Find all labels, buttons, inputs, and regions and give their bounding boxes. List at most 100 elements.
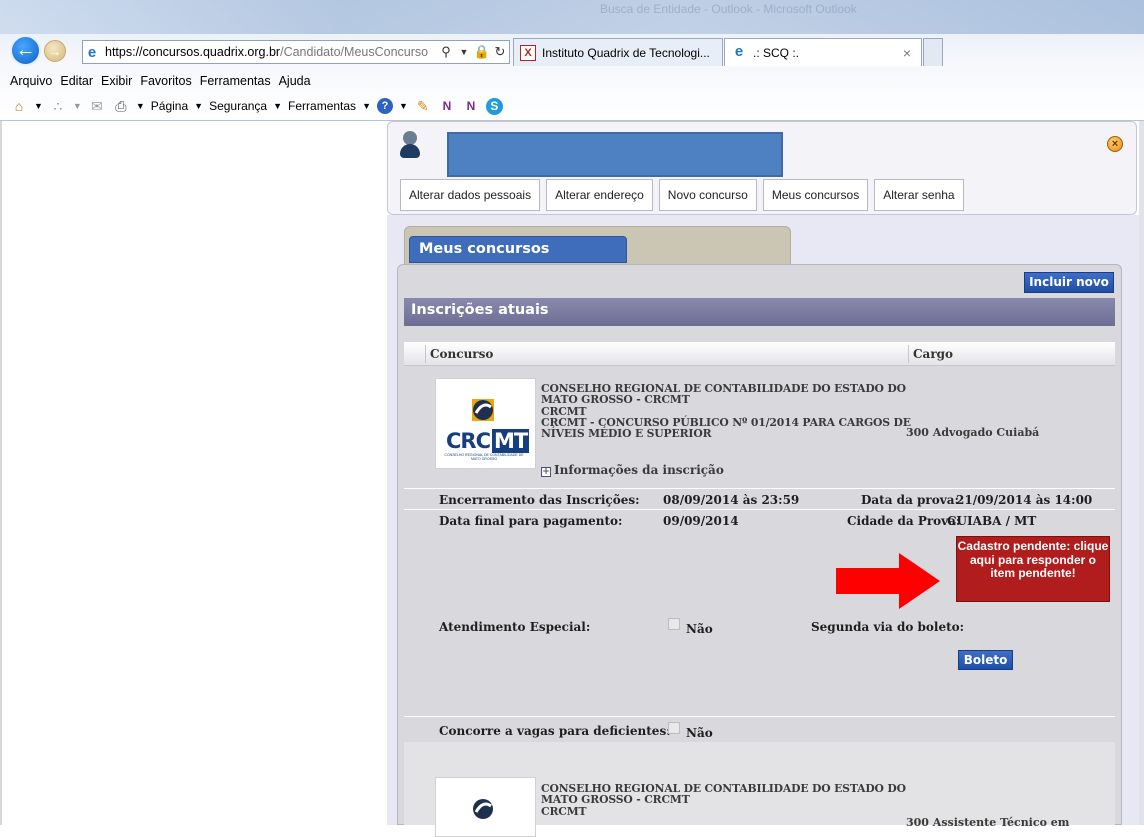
menu-editar[interactable]: Editar xyxy=(60,74,93,88)
table-header: Concurso Cargo xyxy=(404,342,1115,366)
divider xyxy=(404,488,1115,489)
seguranca-menu[interactable]: Segurança xyxy=(209,99,267,113)
pagina-menu[interactable]: Página xyxy=(151,99,188,113)
concurso-line: CRCMT xyxy=(541,804,587,818)
dropdown-icon[interactable]: ▼ xyxy=(73,101,82,111)
nav-meus-concursos[interactable]: Meus concursos xyxy=(762,179,869,211)
concurso-line: NÍVEIS MÉDIO E SUPERIOR xyxy=(541,427,712,441)
new-tab-button[interactable] xyxy=(923,38,943,66)
title-bar xyxy=(0,0,1144,34)
nav-alterar-endereco[interactable]: Alterar endereço xyxy=(546,179,653,211)
nav-novo-concurso[interactable]: Novo concurso xyxy=(658,179,757,211)
menu-favoritos[interactable]: Favoritos xyxy=(140,74,191,88)
menu-ajuda[interactable]: Ajuda xyxy=(279,74,311,88)
menu-arquivo[interactable]: Arquivo xyxy=(10,74,52,88)
pagamento-label: Data final para pagamento: xyxy=(439,514,623,528)
atendimento-value: Não xyxy=(686,622,713,636)
skype-icon[interactable]: S xyxy=(485,97,503,115)
cidade-label: Cidade da Prova: xyxy=(847,514,961,528)
divider xyxy=(404,716,1115,717)
deficientes-label: Concorre a vagas para deficientes: xyxy=(439,724,671,738)
browser-chrome: Busca de Entidade - Outlook - Microsoft … xyxy=(0,0,1144,121)
user-nav: Alterar dados pessoais Alterar endereço … xyxy=(400,179,964,211)
pencil-icon[interactable]: ✎ xyxy=(414,97,432,115)
encerramento-label: Encerramento das Inscrições: xyxy=(439,493,640,507)
boleto-button[interactable]: Boleto xyxy=(958,650,1013,670)
search-icon[interactable]: ⚲ xyxy=(437,44,455,60)
url-field[interactable]: https://concursos.quadrix.org.br/Candida… xyxy=(101,45,437,59)
deficientes-value: Não xyxy=(686,726,713,740)
encerramento-value: 08/09/2014 às 23:59 xyxy=(663,493,800,507)
nav-alterar-dados-pessoais[interactable]: Alterar dados pessoais xyxy=(400,179,541,211)
lock-icon[interactable]: 🔒 xyxy=(473,44,491,60)
dropdown-icon: ▼ xyxy=(362,101,371,111)
onenote-send-icon[interactable]: N xyxy=(462,97,480,115)
user-icon xyxy=(400,131,420,159)
nav-alterar-senha[interactable]: Alterar senha xyxy=(874,179,964,211)
browser-tab-scq[interactable]: e .: SCQ :. × xyxy=(724,38,922,66)
close-tab-icon[interactable]: × xyxy=(903,45,911,61)
concurso-line: MATO GROSSO - CRCMT xyxy=(541,793,690,807)
section-title: Inscrições atuais xyxy=(404,298,1115,326)
arrow-right-icon: → xyxy=(48,43,62,59)
ferramentas-menu[interactable]: Ferramentas xyxy=(288,99,356,113)
page-right-margin xyxy=(1139,121,1144,825)
dropdown-icon[interactable]: ▼ xyxy=(455,47,473,57)
divider xyxy=(404,509,1115,510)
column-concurso: Concurso xyxy=(430,347,494,361)
crcmt-logo-subtitle: CONSELHO REGIONAL DE CONTABILIDADE DE MA… xyxy=(444,453,524,461)
red-arrow-icon xyxy=(836,553,940,609)
browser-tab-quadrix[interactable]: X Instituto Quadrix de Tecnologi... xyxy=(513,38,723,66)
logout-icon[interactable]: × xyxy=(1107,136,1123,152)
column-cargo: Cargo xyxy=(913,347,954,361)
crcmt-logo-mark xyxy=(472,399,494,421)
incluir-novo-button[interactable]: Incluir novo xyxy=(1024,272,1114,293)
menu-bar: Arquivo Editar Exibir Favoritos Ferramen… xyxy=(0,70,1144,92)
cadastro-pendente-button[interactable]: Cadastro pendente: clique aqui para resp… xyxy=(956,536,1110,602)
menu-exibir[interactable]: Exibir xyxy=(101,74,132,88)
pagamento-value: 09/09/2014 xyxy=(663,514,739,528)
dropdown-icon[interactable]: ▼ xyxy=(399,101,408,111)
page-left-margin xyxy=(0,121,387,825)
atendimento-label: Atendimento Especial: xyxy=(439,620,591,634)
home-icon[interactable]: ⌂ xyxy=(10,97,28,115)
arrow-left-icon: ← xyxy=(15,39,36,61)
dropdown-icon: ▼ xyxy=(273,101,283,111)
tab-label: Instituto Quadrix de Tecnologi... xyxy=(542,45,710,60)
concurso-line: MATO GROSSO - CRCMT xyxy=(541,393,690,407)
user-panel: × Alterar dados pessoais Alterar endereç… xyxy=(387,121,1137,215)
tab-label: .: SCQ :. xyxy=(753,45,800,60)
data-prova-label: Data da prova: xyxy=(861,493,959,507)
deficientes-checkbox[interactable] xyxy=(668,722,680,734)
crcmt-logo: CRC MT CONSELHO REGIONAL DE CONTABILIDADE… xyxy=(435,378,536,469)
help-icon[interactable]: ? xyxy=(376,98,393,114)
concurso-description: CONSELHO REGIONAL DE CONTABILIDADE DO ES… xyxy=(541,383,911,441)
quadrix-x-icon: X xyxy=(520,44,536,61)
tab-meus-concursos[interactable]: Meus concursos xyxy=(409,236,627,263)
forward-button[interactable]: → xyxy=(44,40,66,62)
cidade-value: CUIABA / MT xyxy=(947,514,1037,528)
menu-ferramentas[interactable]: Ferramentas xyxy=(200,74,271,88)
mail-icon[interactable]: ✉ xyxy=(88,97,106,115)
segunda-via-label: Segunda via do boleto: xyxy=(811,620,965,634)
command-bar: ⌂ ▼ ∴ ▼ ✉ ⎙ ▼ Página ▼ Segurança ▼ Ferramenta… xyxy=(0,93,1144,119)
dropdown-icon[interactable]: ▼ xyxy=(34,101,43,111)
onenote-icon[interactable]: N xyxy=(438,97,456,115)
informacoes-link[interactable]: + Informações da inscrição xyxy=(541,463,724,477)
refresh-icon[interactable]: ↻ xyxy=(491,44,509,60)
address-bar[interactable]: e https://concursos.quadrix.org.br/Candi… xyxy=(82,40,510,64)
ie-page-icon: e xyxy=(87,43,97,61)
crcmt-logo-text: CRC MT xyxy=(446,429,530,453)
user-name-redacted xyxy=(447,132,783,177)
data-prova-value: 21/09/2014 às 14:00 xyxy=(956,493,1093,507)
rss-feed-icon[interactable]: ∴ xyxy=(49,97,67,115)
dropdown-icon: ▼ xyxy=(194,101,204,111)
atendimento-checkbox[interactable] xyxy=(668,618,680,630)
back-button[interactable]: ← xyxy=(10,35,41,66)
crcmt-logo-mark xyxy=(473,799,493,819)
print-icon[interactable]: ⎙ xyxy=(112,97,130,115)
expand-plus-icon[interactable]: + xyxy=(541,467,551,477)
dropdown-icon[interactable]: ▼ xyxy=(136,101,145,111)
window-title: Busca de Entidade - Outlook - Microsoft … xyxy=(600,2,857,16)
ie-icon: e xyxy=(731,44,747,61)
